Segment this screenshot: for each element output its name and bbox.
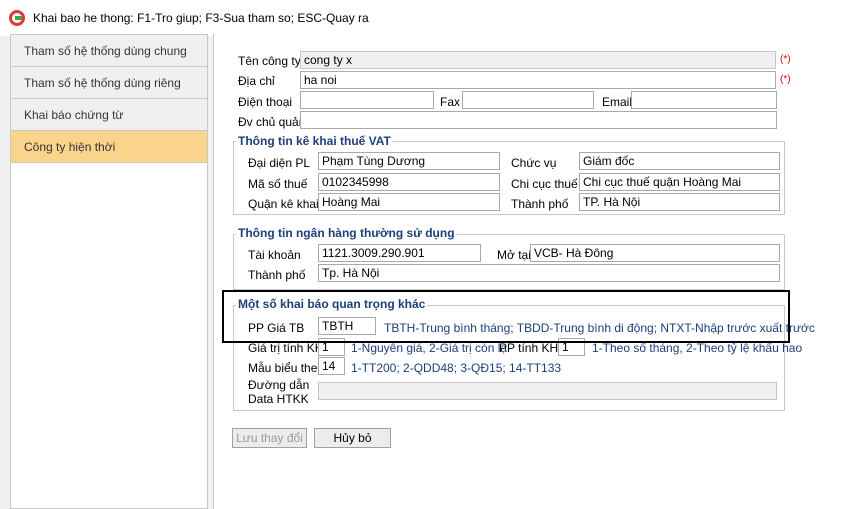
htkk-path-label-line1: Đường dẫn [248, 378, 310, 392]
app-logo-icon [9, 10, 25, 26]
parent-unit-label: Đv chủ quản [238, 115, 306, 129]
bank-opened-field[interactable]: VCB- Hà Đông [530, 244, 780, 262]
company-name-field[interactable]: cong ty x [300, 51, 776, 69]
phone-label: Điện thoại [238, 95, 293, 109]
bank-group-title: Thông tin ngân hàng thường sử dụng [236, 226, 457, 240]
depreciation-method-label: PP tính KH [499, 341, 559, 355]
title-bar: Khai bao he thong: F1-Tro giup; F3-Sua t… [0, 0, 855, 36]
vat-group-title: Thông tin kê khai thuế VAT [236, 134, 393, 148]
report-template-hint: 1-TT200; 2-QDD48; 3-QĐ15; 14-TT133 [351, 361, 562, 375]
tax-code-label: Mã số thuế [248, 177, 308, 191]
report-template-label: Mẫu biểu theo [248, 361, 325, 375]
highlight-box [222, 290, 790, 343]
bank-city-label: Thành phố [248, 268, 306, 282]
cancel-button[interactable]: Hủy bỏ [314, 428, 391, 448]
window-title: Khai bao he thong: F1-Tro giup; F3-Sua t… [33, 11, 369, 25]
sidebar-item-private-params[interactable]: Tham số hệ thống dùng riêng [11, 67, 207, 99]
tax-dept-label: Chi cục thuế [511, 177, 578, 191]
legal-rep-label: Đại diện PL [248, 156, 311, 170]
sidebar-item-shared-params[interactable]: Tham số hệ thống dùng chung [11, 35, 207, 67]
fax-field[interactable] [462, 91, 594, 109]
position-field[interactable]: Giám đốc [579, 152, 780, 170]
address-field[interactable]: ha noi [300, 71, 776, 89]
district-label: Quận kê khai [248, 197, 319, 211]
account-field[interactable]: 1121.3009.290.901 [318, 244, 481, 262]
legal-rep-field[interactable]: Phạm Tùng Dương [318, 152, 500, 170]
report-template-field[interactable]: 14 [318, 357, 345, 375]
district-field[interactable]: Hoàng Mai [318, 193, 500, 211]
save-changes-button[interactable]: Lưu thay đổi [232, 428, 307, 448]
sidebar: Tham số hệ thống dùng chung Tham số hệ t… [10, 34, 208, 509]
tax-code-field[interactable]: 0102345998 [318, 173, 500, 191]
vat-city-field[interactable]: TP. Hà Nội [579, 193, 780, 211]
account-label: Tài khoản [248, 248, 301, 262]
bank-opened-label: Mở tại [497, 248, 531, 262]
phone-field[interactable] [300, 91, 434, 109]
company-name-label: Tên công ty [238, 54, 301, 68]
fax-label: Fax [440, 95, 461, 109]
sidebar-item-current-company[interactable]: Công ty hiện thời [11, 131, 207, 163]
email-field[interactable] [631, 91, 777, 109]
htkk-path-label-line2: Data HTKK [248, 392, 309, 406]
vat-city-label: Thành phố [511, 197, 569, 211]
parent-unit-field[interactable] [300, 111, 777, 129]
depreciation-method-hint: 1-Theo số tháng, 2-Theo tỷ lệ khấu hao [592, 341, 803, 355]
address-label: Địa chỉ [238, 74, 275, 88]
depreciation-value-hint: 1-Nguyên giá, 2-Giá trị còn lại [351, 341, 510, 355]
address-required: (*) [780, 74, 791, 85]
bank-city-field[interactable]: Tp. Hà Nội [318, 264, 780, 282]
tax-dept-field[interactable]: Chi cục thuế quận Hoàng Mai [579, 173, 780, 191]
sidebar-item-vouchers[interactable]: Khai báo chứng từ [11, 99, 207, 131]
depreciation-value-label: Giá trị tính KH [248, 341, 324, 355]
settings-panel: Tên công ty cong ty x (*) Địa chỉ ha noi… [213, 34, 855, 509]
email-label: Email [602, 95, 633, 109]
company-name-required: (*) [780, 54, 791, 65]
htkk-path-field[interactable] [318, 382, 777, 400]
position-label: Chức vụ [511, 156, 557, 170]
